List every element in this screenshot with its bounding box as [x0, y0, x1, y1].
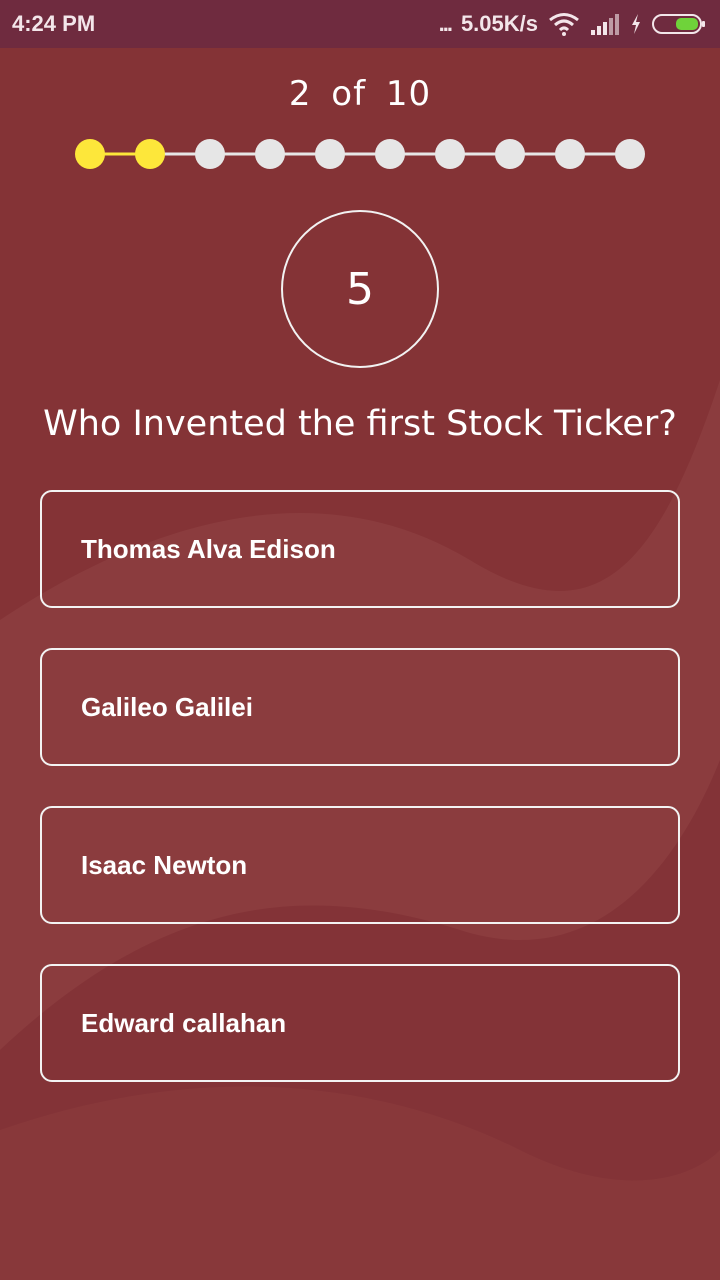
progress-dot — [615, 139, 645, 169]
network-speed: 5.05K/s — [460, 11, 538, 36]
status-right-group: ... 5.05K/s — [439, 11, 706, 37]
progress-dot — [255, 139, 285, 169]
progress-dot — [435, 139, 465, 169]
answer-option-1[interactable]: Thomas Alva Edison — [40, 490, 680, 608]
answer-option-3[interactable]: Isaac Newton — [40, 806, 680, 924]
answer-label: Galileo Galilei — [81, 691, 253, 722]
question-counter: 2 of 10 — [288, 74, 432, 114]
quiz-screen: 2 of 10 5 Who Invented the first Stock T… — [0, 48, 720, 1280]
answer-label: Isaac Newton — [81, 849, 248, 880]
progress-dot — [375, 139, 405, 169]
progress-dot — [495, 139, 525, 169]
answer-option-4[interactable]: Edward callahan — [40, 964, 680, 1082]
question-text: Who Invented the first Stock Ticker? — [43, 404, 677, 444]
answer-label: Thomas Alva Edison — [81, 533, 336, 564]
progress-dot — [315, 139, 345, 169]
progress-dot — [135, 139, 165, 169]
timer-value: 5 — [346, 263, 374, 315]
charging-icon — [630, 13, 642, 35]
signal-icon — [590, 13, 620, 35]
signal-dots: ... — [438, 11, 453, 36]
answer-label: Edward callahan — [81, 1007, 287, 1038]
status-time: 4:24 PM — [12, 11, 96, 36]
status-bar: 4:24 PM ... 5.05K/s — [0, 0, 720, 48]
progress-dot — [75, 139, 105, 169]
progress-dot — [195, 139, 225, 169]
countdown-timer: 5 — [281, 210, 439, 368]
answer-options: Thomas Alva Edison Galileo Galilei Isaac… — [40, 490, 680, 1122]
progress-track — [75, 139, 645, 169]
battery-icon — [652, 13, 706, 35]
progress-dot — [555, 139, 585, 169]
answer-option-2[interactable]: Galileo Galilei — [40, 648, 680, 766]
wifi-icon — [548, 12, 580, 36]
